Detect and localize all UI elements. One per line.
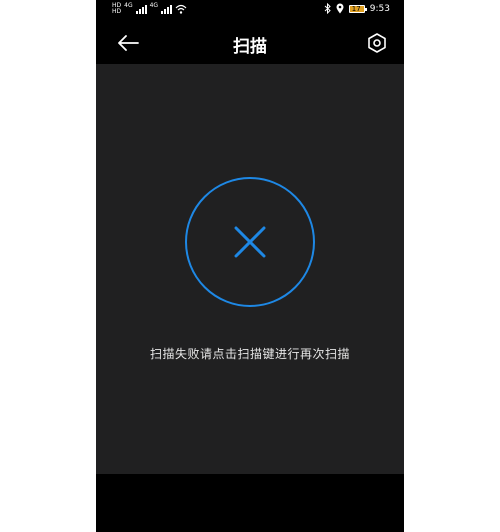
status-bar: HD HD 4G 4G 17 9:53 — [96, 0, 404, 22]
hexagon-settings-icon[interactable] — [366, 32, 388, 54]
scan-failed-indicator — [185, 177, 315, 307]
scan-result-panel: 扫描失败请点击扫描键进行再次扫描 — [96, 64, 404, 474]
network2-label: 4G — [149, 2, 159, 9]
network1-label: 4G — [124, 2, 133, 9]
battery-level: 17 — [351, 4, 361, 13]
bluetooth-icon — [324, 3, 331, 14]
phone-screen: HD HD 4G 4G 17 9:53 扫描 扫描失败请点击扫描键进行再次扫描 — [96, 0, 404, 532]
status-bar-left: HD HD 4G 4G — [112, 3, 187, 15]
wifi-icon — [175, 4, 187, 14]
sim2-hd-label: HD — [112, 8, 122, 15]
scan-failed-message: 扫描失败请点击扫描键进行再次扫描 — [149, 347, 350, 361]
battery-icon: 17 — [348, 4, 367, 13]
signal2-icon — [161, 4, 173, 14]
navigation-bar: 扫描 — [96, 22, 404, 64]
location-icon — [336, 3, 344, 14]
status-time: 9:53 — [369, 3, 390, 14]
close-x-icon — [234, 226, 266, 258]
signal1-icon — [135, 4, 147, 14]
status-bar-right: 17 9:53 — [324, 3, 390, 14]
page-title: 扫描 — [233, 37, 267, 57]
sim1-indicator: HD HD — [112, 3, 121, 15]
